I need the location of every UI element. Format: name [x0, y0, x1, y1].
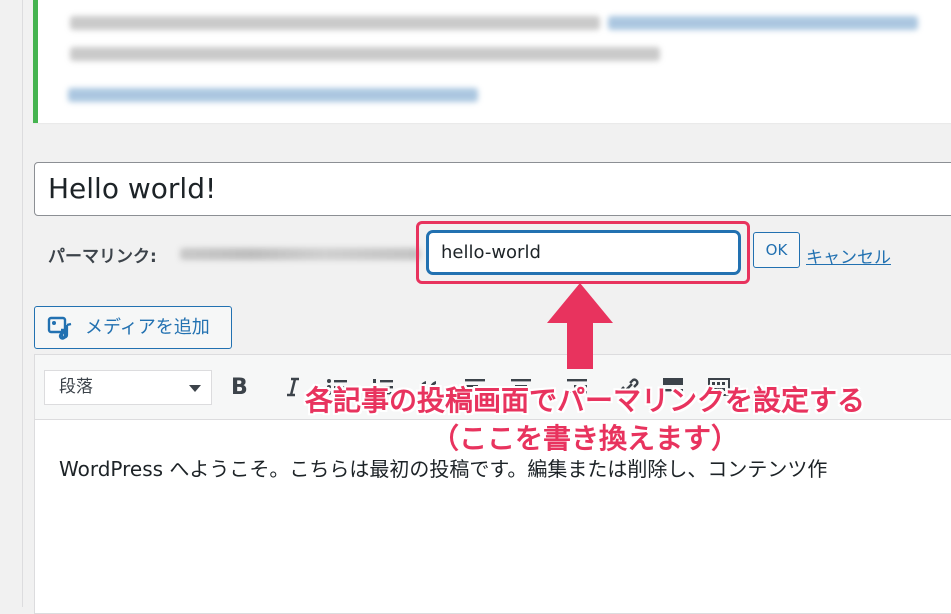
admin-menu-edge — [0, 0, 23, 607]
notice-text-blur — [70, 47, 660, 61]
notice-link-blur — [608, 16, 918, 30]
annotation-callout: 各記事の投稿画面でパーマリンクを設定する （ここを書き換えます） — [250, 382, 920, 458]
annotation-arrow-up-icon — [547, 283, 613, 369]
notice-text-blur — [70, 16, 600, 30]
permalink-cancel-link[interactable]: キャンセル — [806, 243, 891, 268]
format-select-value: 段落 — [59, 377, 93, 397]
format-select[interactable]: 段落 — [44, 370, 212, 405]
permalink-ok-button[interactable]: OK — [753, 232, 800, 268]
notice-link-blur — [68, 88, 478, 102]
post-title-input[interactable]: Hello world! — [34, 162, 951, 216]
bold-button[interactable]: B — [231, 375, 248, 400]
permalink-url-blur — [180, 248, 420, 260]
add-media-button[interactable]: メディアを追加 — [34, 306, 232, 349]
admin-notice — [33, 0, 951, 123]
add-media-icon — [47, 316, 72, 340]
annotation-line-1: 各記事の投稿画面でパーマリンクを設定する — [304, 384, 865, 417]
add-media-label: メディアを追加 — [85, 317, 210, 338]
annotation-line-2: （ここを書き換えます） — [430, 422, 739, 455]
permalink-label: パーマリンク: — [48, 247, 157, 267]
chevron-down-icon — [189, 385, 201, 392]
permalink-slug-input[interactable]: hello-world — [427, 231, 740, 274]
